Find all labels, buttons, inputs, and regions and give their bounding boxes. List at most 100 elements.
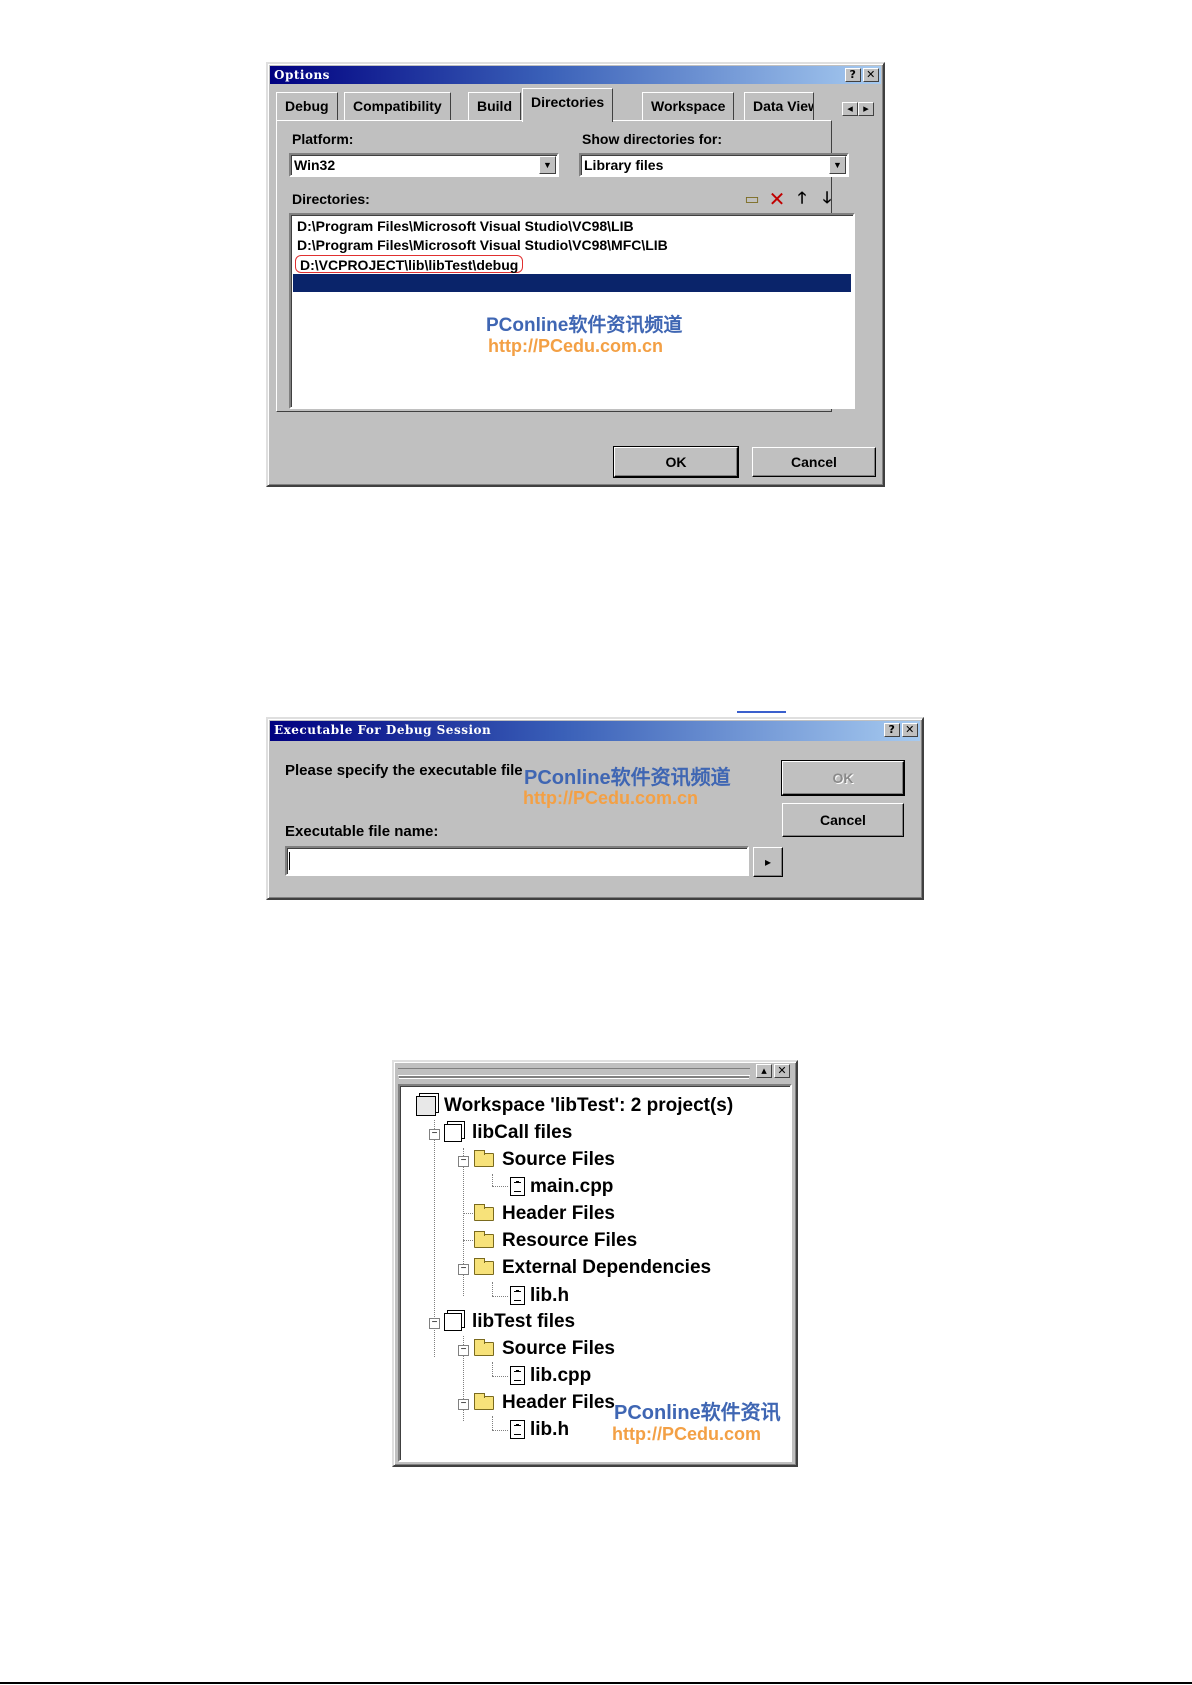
panel-grip[interactable] <box>398 1068 750 1076</box>
directory-row[interactable]: D:\Program Files\Microsoft Visual Studio… <box>297 236 668 254</box>
workspace-panel: ▴ ✕ Workspace 'libTest': 2 project(s) − … <box>392 1060 798 1467</box>
tree-item-folder[interactable]: Source Files <box>474 1148 615 1173</box>
tree-item-label: lib.h <box>530 1419 570 1440</box>
cpp-file-icon <box>510 1177 525 1196</box>
tree-item-folder[interactable]: External Dependencies <box>474 1256 711 1281</box>
tree-item-label: Resource Files <box>502 1230 638 1251</box>
tree-item-folder[interactable]: Header Files <box>474 1202 615 1227</box>
tree-item-label: lib.h <box>530 1285 570 1306</box>
folder-icon <box>474 1231 494 1248</box>
close-button[interactable]: ✕ <box>902 723 918 737</box>
debug-titlebar[interactable]: Executable For Debug Session ? ✕ <box>270 721 920 741</box>
close-icon[interactable]: ✕ <box>774 1064 790 1078</box>
tab-workspace[interactable]: Workspace <box>642 92 735 120</box>
tree-item-folder[interactable]: Header Files <box>474 1391 615 1416</box>
tree-item-label: Header Files <box>502 1392 615 1413</box>
delete-icon[interactable]: ✕ <box>767 187 787 212</box>
tree-item-label: libTest files <box>472 1311 576 1332</box>
new-folder-icon[interactable]: ▭ <box>742 189 762 209</box>
exe-filename-input[interactable] <box>285 846 749 876</box>
workspace-icon <box>416 1096 436 1116</box>
tree-item-label: lib.cpp <box>530 1365 592 1386</box>
project-icon <box>444 1124 462 1142</box>
tree-item-file[interactable]: lib.cpp <box>510 1364 591 1389</box>
cancel-button[interactable]: Cancel <box>752 447 876 477</box>
executable-debug-dialog: Executable For Debug Session ? ✕ Please … <box>266 717 924 900</box>
tab-scroll-left-button[interactable]: ◂ <box>842 102 858 116</box>
collapse-icon[interactable]: − <box>458 1264 469 1275</box>
collapse-icon[interactable]: − <box>458 1345 469 1356</box>
tree-item-file[interactable]: main.cpp <box>510 1175 613 1200</box>
project-icon <box>444 1313 462 1331</box>
collapse-icon[interactable]: − <box>458 1156 469 1167</box>
folder-icon <box>474 1204 494 1221</box>
show-directories-value: Library files <box>584 157 664 173</box>
ok-button[interactable]: OK <box>781 760 905 796</box>
chevron-down-icon[interactable]: ▼ <box>829 156 846 174</box>
ok-button[interactable]: OK <box>613 446 739 478</box>
link-underline <box>737 711 786 713</box>
collapse-icon[interactable]: − <box>429 1129 440 1140</box>
prompt-text: Please specify the executable file. <box>285 762 527 779</box>
tree-item-label: External Dependencies <box>502 1257 712 1278</box>
platform-label: Platform: <box>292 131 354 147</box>
platform-combo[interactable]: Win32 ▼ <box>289 153 559 177</box>
directories-list: D:\Program Files\Microsoft Visual Studio… <box>289 213 855 409</box>
browse-button[interactable]: ▸ <box>753 847 783 877</box>
page-bottom-rule <box>0 1682 1192 1684</box>
text-cursor <box>289 852 290 870</box>
watermark-text: PConline软件资讯频道 <box>522 761 731 790</box>
folder-open-icon <box>474 1339 494 1356</box>
tab-data-view[interactable]: Data View <box>744 92 814 120</box>
watermark-text: PConline软件资讯 <box>614 1402 781 1424</box>
tree-item-label: Workspace 'libTest': 2 project(s) <box>444 1095 734 1116</box>
move-down-icon[interactable]: 🡓 <box>817 187 837 214</box>
watermark-url: http://PCedu.com.cn <box>488 336 663 356</box>
tree-item-file[interactable]: lib.h <box>510 1418 569 1443</box>
tab-directories[interactable]: Directories <box>522 88 614 122</box>
tab-scroll-right-button[interactable]: ▸ <box>858 102 874 116</box>
folder-open-icon <box>474 1258 494 1275</box>
help-button[interactable]: ? <box>884 723 900 737</box>
exe-filename-label: Executable file name: <box>285 823 439 840</box>
move-up-icon[interactable]: 🡑 <box>792 187 812 214</box>
header-file-icon <box>510 1286 525 1305</box>
folder-open-icon <box>474 1150 494 1167</box>
show-directories-combo[interactable]: Library files ▼ <box>579 153 849 177</box>
tree-item-file[interactable]: lib.h <box>510 1284 569 1309</box>
options-titlebar[interactable]: Options ? ✕ <box>270 66 881 84</box>
tree-item-label: Source Files <box>502 1149 615 1170</box>
watermark-text: PConline软件资讯频道 <box>486 315 683 336</box>
folder-open-icon <box>474 1393 494 1410</box>
watermark-url: http://PCedu.com <box>612 1424 761 1444</box>
directory-row-new[interactable] <box>293 274 851 292</box>
tree-item-folder[interactable]: Source Files <box>474 1337 615 1362</box>
header-file-icon <box>510 1420 525 1439</box>
tab-compatibility[interactable]: Compatibility <box>344 92 451 120</box>
directories-label: Directories: <box>292 191 370 207</box>
debug-title: Executable For Debug Session <box>274 723 492 737</box>
tree-item-label: libCall files <box>472 1122 573 1143</box>
directory-row[interactable]: D:\VCPROJECT\lib\libTest\debug <box>295 255 524 273</box>
tree-item-project[interactable]: libCall files <box>444 1121 572 1146</box>
tree-item-workspace[interactable]: Workspace 'libTest': 2 project(s) <box>416 1094 733 1119</box>
show-directories-label: Show directories for: <box>582 131 723 147</box>
collapse-icon[interactable]: − <box>429 1318 440 1329</box>
help-button[interactable]: ? <box>845 68 861 82</box>
tree-item-label: main.cpp <box>530 1176 614 1197</box>
tree-item-project[interactable]: libTest files <box>444 1310 575 1335</box>
cancel-button[interactable]: Cancel <box>782 803 904 837</box>
chevron-down-icon[interactable]: ▼ <box>539 156 556 174</box>
tree-item-label: Header Files <box>502 1203 615 1224</box>
watermark-url: http://PCedu.com.cn <box>523 788 698 808</box>
directory-row[interactable]: D:\Program Files\Microsoft Visual Studio… <box>297 217 634 235</box>
directories-panel: Platform: Win32 ▼ Show directories for: … <box>276 120 855 412</box>
platform-value: Win32 <box>294 157 336 173</box>
tab-build[interactable]: Build <box>468 92 521 120</box>
minimize-icon[interactable]: ▴ <box>756 1064 772 1078</box>
options-dialog: Options ? ✕ Debug Compatibility Build Di… <box>266 62 885 487</box>
collapse-icon[interactable]: − <box>458 1399 469 1410</box>
tab-debug[interactable]: Debug <box>276 92 338 120</box>
tree-item-folder[interactable]: Resource Files <box>474 1229 637 1254</box>
close-button[interactable]: ✕ <box>863 68 879 82</box>
